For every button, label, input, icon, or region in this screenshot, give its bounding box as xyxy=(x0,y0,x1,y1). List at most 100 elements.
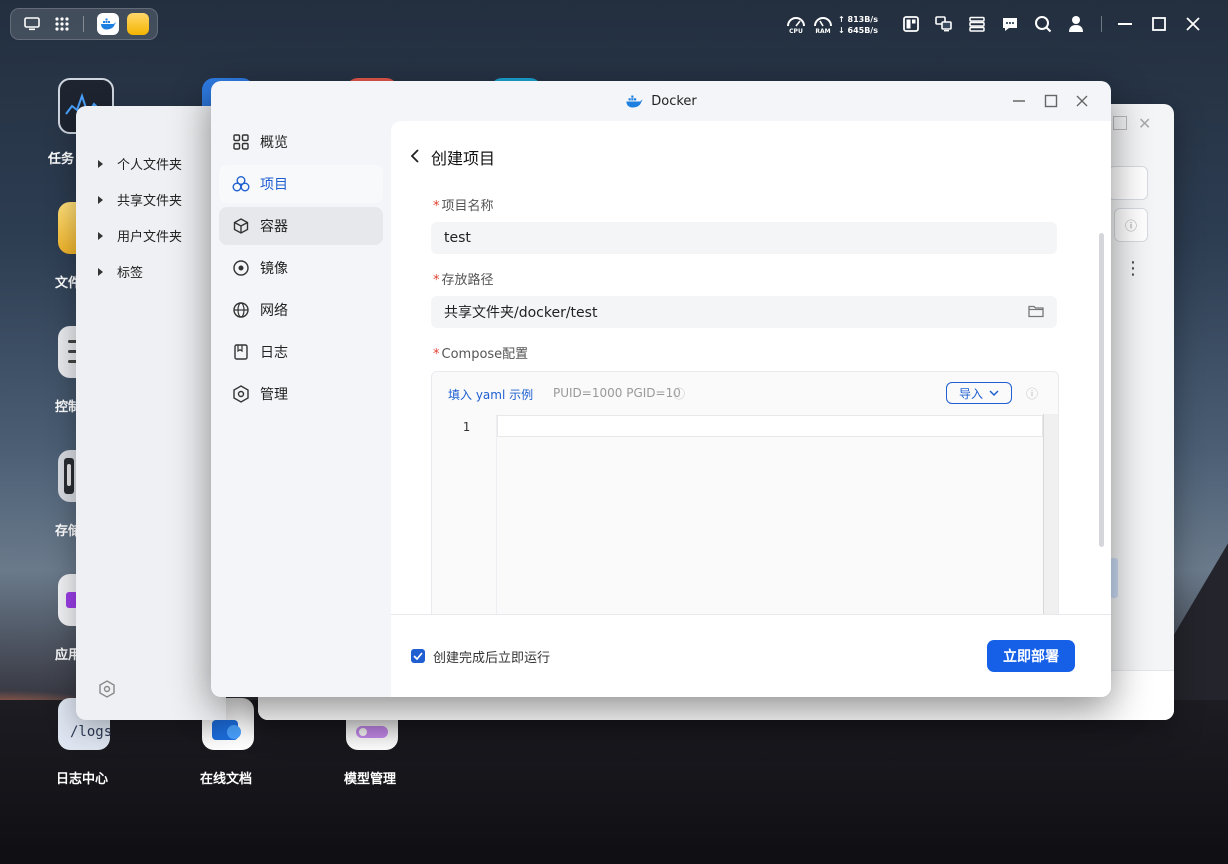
upload-arrow-icon: ↑ xyxy=(838,15,845,24)
nav-label: 容器 xyxy=(260,219,288,235)
settings-icon xyxy=(232,385,250,403)
bg-window-close-icon[interactable]: ✕ xyxy=(1138,114,1151,133)
tree-item-label: 个人文件夹 xyxy=(117,158,183,173)
chevron-down-icon xyxy=(989,389,999,396)
file-manager-window: 个人文件夹 共享文件夹 用户文件夹 标签 xyxy=(76,106,226,720)
image-icon xyxy=(232,259,250,277)
nav-label: 网络 xyxy=(260,303,288,319)
server-status-icon[interactable] xyxy=(966,13,988,35)
multi-display-icon[interactable] xyxy=(933,13,955,35)
desktop-wallpaper-ground xyxy=(0,700,1228,864)
tree-item-label: 共享文件夹 xyxy=(117,194,183,209)
docker-window: Docker 概览 项目 容器 镜像 网络 日志 管理 创建项目 * 项目名称 … xyxy=(211,81,1111,697)
download-speed: 645B/s xyxy=(847,26,878,35)
file-manager-settings-icon[interactable] xyxy=(98,680,116,698)
expand-arrow-icon[interactable] xyxy=(98,159,103,168)
nav-label: 管理 xyxy=(260,387,288,403)
widgets-icon[interactable] xyxy=(900,13,922,35)
nav-label: 概览 xyxy=(260,135,288,151)
tree-item-tags[interactable]: 标签 xyxy=(98,262,143,281)
expand-arrow-icon[interactable] xyxy=(98,195,103,204)
bg-window-highlight xyxy=(1110,558,1118,598)
window-close-icon[interactable] xyxy=(1072,91,1092,111)
show-desktop-icon[interactable] xyxy=(21,13,43,35)
user-icon[interactable] xyxy=(1065,13,1087,35)
required-marker: * xyxy=(433,199,440,214)
expand-arrow-icon[interactable] xyxy=(98,267,103,276)
docker-logo-icon xyxy=(625,95,643,108)
docker-window-title: Docker xyxy=(211,81,1111,121)
project-name-label: * 项目名称 xyxy=(433,199,494,214)
cpu-gauge-icon xyxy=(787,16,805,26)
tree-item-personal[interactable]: 个人文件夹 xyxy=(98,154,182,173)
compose-config-label: * Compose配置 xyxy=(433,347,529,362)
nav-containers[interactable]: 容器 xyxy=(219,207,383,245)
bg-window-search-field[interactable] xyxy=(1108,166,1148,200)
nav-label: 镜像 xyxy=(260,261,288,277)
deploy-now-button[interactable]: 立即部署 xyxy=(987,640,1075,672)
messages-icon[interactable] xyxy=(999,13,1021,35)
nav-logs[interactable]: 日志 xyxy=(219,333,383,371)
env-hint-text: PUID=1000 PGID=10 xyxy=(553,386,681,400)
project-name-input[interactable]: test xyxy=(431,222,1057,254)
nav-management[interactable]: 管理 xyxy=(219,375,383,413)
desktop-label-logs: 日志中心 xyxy=(56,772,109,787)
cpu-label: CPU xyxy=(789,27,803,35)
nav-label: 日志 xyxy=(260,345,288,361)
compose-toolbar: 填入 yaml 示例 PUID=1000 PGID=10 ⓘ 导入 ⓘ xyxy=(432,372,1058,414)
panel-scrollbar[interactable] xyxy=(1099,233,1104,547)
ram-monitor[interactable]: RAM xyxy=(813,10,833,38)
bg-window-info-icon[interactable]: ⓘ xyxy=(1114,208,1148,242)
nav-projects[interactable]: 项目 xyxy=(219,165,383,203)
log-center-badge: /logs xyxy=(70,724,113,740)
tree-item-users[interactable]: 用户文件夹 xyxy=(98,226,182,245)
ram-label: RAM xyxy=(815,27,831,35)
back-arrow-icon[interactable] xyxy=(407,147,423,165)
check-icon xyxy=(413,652,423,660)
files-taskbar-icon[interactable] xyxy=(127,13,149,35)
minimize-all-icon[interactable] xyxy=(1114,13,1136,35)
close-all-icon[interactable] xyxy=(1182,13,1204,35)
docker-titlebar[interactable]: Docker xyxy=(211,81,1111,121)
desktop-label-models: 模型管理 xyxy=(344,772,397,787)
maximize-icon[interactable] xyxy=(1148,13,1170,35)
tree-item-label: 标签 xyxy=(117,266,144,281)
upload-speed: 813B/s xyxy=(847,15,878,24)
taskbar-left xyxy=(10,8,158,40)
import-dropdown-button[interactable]: 导入 xyxy=(946,382,1012,404)
nav-network[interactable]: 网络 xyxy=(219,291,383,329)
run-after-create-label[interactable]: 创建完成后立即运行 xyxy=(433,647,550,666)
folder-icon[interactable] xyxy=(1028,304,1044,318)
fill-yaml-example-link[interactable]: 填入 yaml 示例 xyxy=(448,386,533,403)
nav-overview[interactable]: 概览 xyxy=(219,123,383,161)
nav-label: 项目 xyxy=(260,177,288,193)
desktop-label-online-docs: 在线文档 xyxy=(200,772,253,787)
storage-path-input[interactable]: 共享文件夹/docker/test xyxy=(431,296,1057,328)
docker-taskbar-icon[interactable] xyxy=(97,13,119,35)
ram-gauge-icon xyxy=(814,16,832,26)
search-icon[interactable] xyxy=(1032,13,1054,35)
current-line-input[interactable] xyxy=(497,415,1043,437)
env-info-icon[interactable]: ⓘ xyxy=(673,385,685,402)
line-number: 1 xyxy=(462,420,470,434)
bg-window-more-icon[interactable]: ⋮ xyxy=(1124,258,1142,279)
import-info-icon[interactable]: ⓘ xyxy=(1026,385,1038,402)
create-project-footer: 创建完成后立即运行 立即部署 xyxy=(391,614,1111,697)
project-icon xyxy=(232,175,250,193)
log-icon xyxy=(232,343,250,361)
desktop-label-task: 任务 xyxy=(48,152,75,167)
run-after-create-checkbox[interactable] xyxy=(411,649,425,663)
expand-arrow-icon[interactable] xyxy=(98,231,103,240)
bg-window-maximize-icon[interactable] xyxy=(1113,116,1127,130)
window-maximize-icon[interactable] xyxy=(1041,91,1061,111)
window-minimize-icon[interactable] xyxy=(1009,91,1029,111)
tree-item-shared[interactable]: 共享文件夹 xyxy=(98,190,182,209)
globe-icon xyxy=(232,301,250,319)
storage-path-label: * 存放路径 xyxy=(433,273,494,288)
download-arrow-icon: ↓ xyxy=(838,26,845,35)
cpu-monitor[interactable]: CPU xyxy=(786,10,806,38)
grid-icon xyxy=(232,133,250,151)
nav-images[interactable]: 镜像 xyxy=(219,249,383,287)
app-launcher-icon[interactable] xyxy=(51,13,73,35)
page-title: 创建项目 xyxy=(431,149,496,168)
